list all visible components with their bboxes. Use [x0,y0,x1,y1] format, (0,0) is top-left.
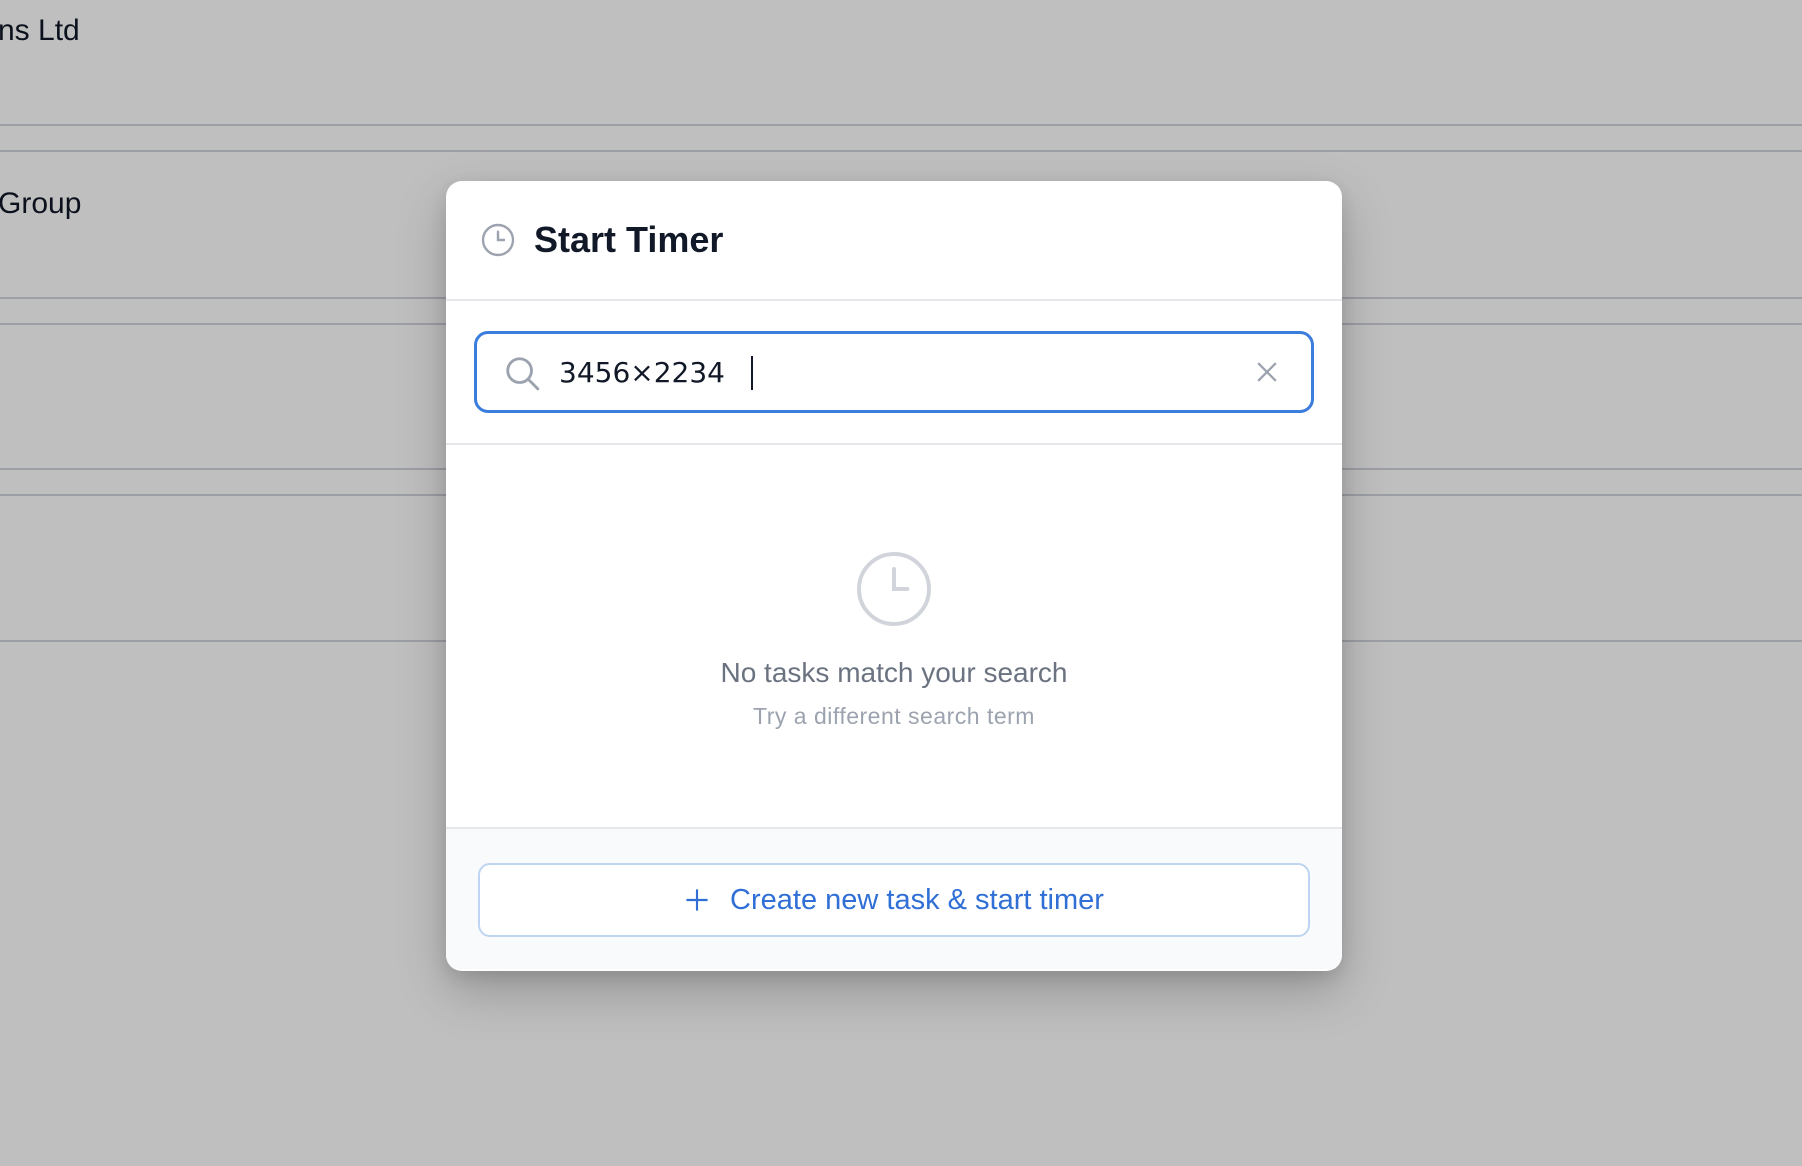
search-icon [506,357,540,391]
empty-state: No tasks match your search Try a differe… [446,445,1342,829]
create-task-button[interactable]: Create new task & start timer [478,863,1310,937]
empty-state-title: No tasks match your search [720,657,1068,688]
text-caret [751,356,753,390]
create-task-label: Create new task & start timer [730,883,1104,916]
search-box[interactable] [474,331,1314,413]
search-section [446,301,1342,445]
start-timer-modal: Start Timer No tasks match your search T… [446,181,1342,971]
clock-icon [481,223,515,257]
modal-title: Start Timer [534,219,724,260]
clock-icon [857,552,931,626]
plus-icon [686,889,708,911]
search-input[interactable] [559,334,1239,410]
empty-state-subtitle: Try a different search term [753,703,1035,729]
modal-header: Start Timer [446,181,1342,301]
modal-footer: Create new task & start timer [446,829,1342,969]
close-icon[interactable] [1253,358,1281,386]
